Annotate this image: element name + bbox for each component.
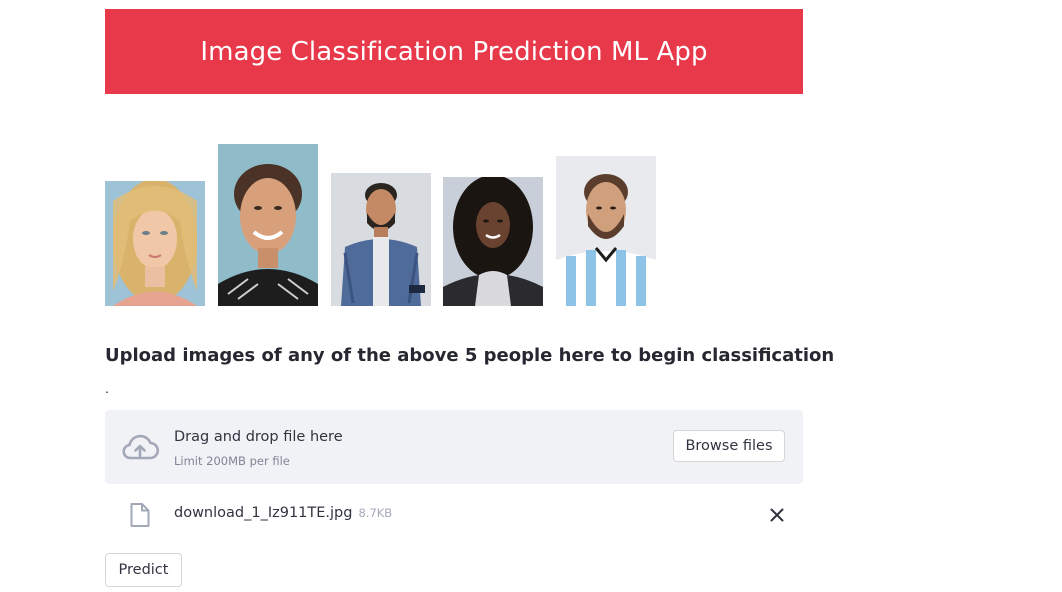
- file-name-text: download_1_Iz911TE.jpg: [174, 505, 353, 521]
- upload-caption: .: [105, 380, 109, 396]
- dropzone-title: Drag and drop file here: [174, 429, 343, 445]
- uploaded-file-name: download_1_Iz911TE.jpg 8.7KB: [174, 505, 392, 521]
- cloud-upload-icon: [122, 434, 159, 460]
- browse-files-button[interactable]: Browse files: [673, 430, 785, 462]
- close-icon[interactable]: [768, 506, 786, 524]
- person-3-photo: [331, 173, 431, 306]
- photo-gallery: [0, 0, 700, 310]
- app-page: Image Classification Prediction ML App U…: [0, 0, 1062, 592]
- predict-button[interactable]: Predict: [105, 553, 182, 587]
- file-size: 8.7KB: [358, 506, 393, 520]
- upload-heading: Upload images of any of the above 5 peop…: [105, 345, 835, 366]
- file-icon: [130, 503, 150, 527]
- uploaded-file-row: download_1_Iz911TE.jpg 8.7KB: [105, 496, 803, 534]
- file-dropzone[interactable]: Drag and drop file here Limit 200MB per …: [105, 410, 803, 484]
- person-2-photo: [218, 144, 318, 306]
- person-1-photo: [105, 181, 205, 306]
- person-5-photo: [556, 156, 656, 306]
- person-4-photo: [443, 177, 543, 306]
- dropzone-limit: Limit 200MB per file: [174, 454, 290, 468]
